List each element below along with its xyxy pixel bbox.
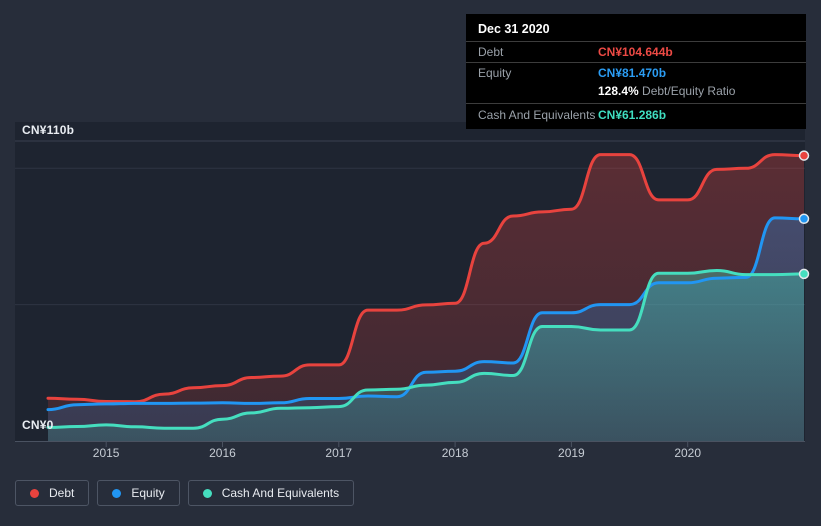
tooltip-equity-label: Equity [478, 66, 512, 80]
tooltip-debt-value: CN¥104.644b [598, 45, 673, 59]
tooltip-debt-row: Debt CN¥104.644b [466, 42, 806, 62]
debt-end-marker [798, 150, 810, 161]
tooltip-ratio-row: 128.4% Debt/Equity Ratio [466, 83, 806, 103]
tooltip-ratio-label: Debt/Equity Ratio [642, 84, 736, 98]
debt-equity-history-chart: CN¥110b CN¥0 2015 2016 2017 2018 2019 2020 De… [0, 0, 821, 526]
cash-end-marker [798, 268, 810, 280]
equity-end-marker [798, 213, 810, 225]
legend-cash-label: Cash And Equivalents [221, 486, 340, 500]
tooltip-debt-label: Debt [478, 45, 504, 59]
legend-equity-button[interactable]: Equity [97, 480, 180, 506]
legend-cash-button[interactable]: Cash And Equivalents [187, 480, 355, 506]
y-axis-label-zero: CN¥0 [22, 418, 54, 432]
tooltip-cash-label: Cash And Equivalents [478, 108, 596, 122]
x-axis-label-2018: 2018 [441, 446, 469, 460]
tooltip-equity-value: CN¥81.470b [598, 66, 667, 80]
debt-dot-icon [30, 488, 39, 498]
tooltip-date: Dec 31 2020 [478, 22, 550, 36]
tooltip-cash-row: Cash And Equivalents CN¥61.286b [466, 104, 806, 129]
tooltip-equity-row: Equity CN¥81.470b [466, 63, 806, 83]
x-axis-label-2015: 2015 [92, 446, 120, 460]
cash-dot-icon [202, 488, 212, 498]
x-axis-label-2017: 2017 [325, 446, 353, 460]
x-axis-label-2020: 2020 [674, 446, 702, 460]
equity-dot-icon [112, 488, 122, 498]
tooltip-cash-value: CN¥61.286b [598, 108, 667, 122]
y-axis-label-max: CN¥110b [22, 123, 75, 137]
tooltip-ratio-value: 128.4% [598, 84, 639, 98]
legend-debt-button[interactable]: Debt [15, 480, 90, 506]
x-axis-label-2019: 2019 [558, 446, 585, 460]
chart-legend: Debt Equity Cash And Equivalents [15, 480, 355, 506]
x-axis-label-2016: 2016 [209, 446, 236, 460]
chart-tooltip: Dec 31 2020 Debt CN¥104.644b Equity CN¥8… [466, 14, 806, 129]
legend-equity-label: Equity [131, 486, 165, 500]
legend-debt-label: Debt [49, 486, 75, 500]
